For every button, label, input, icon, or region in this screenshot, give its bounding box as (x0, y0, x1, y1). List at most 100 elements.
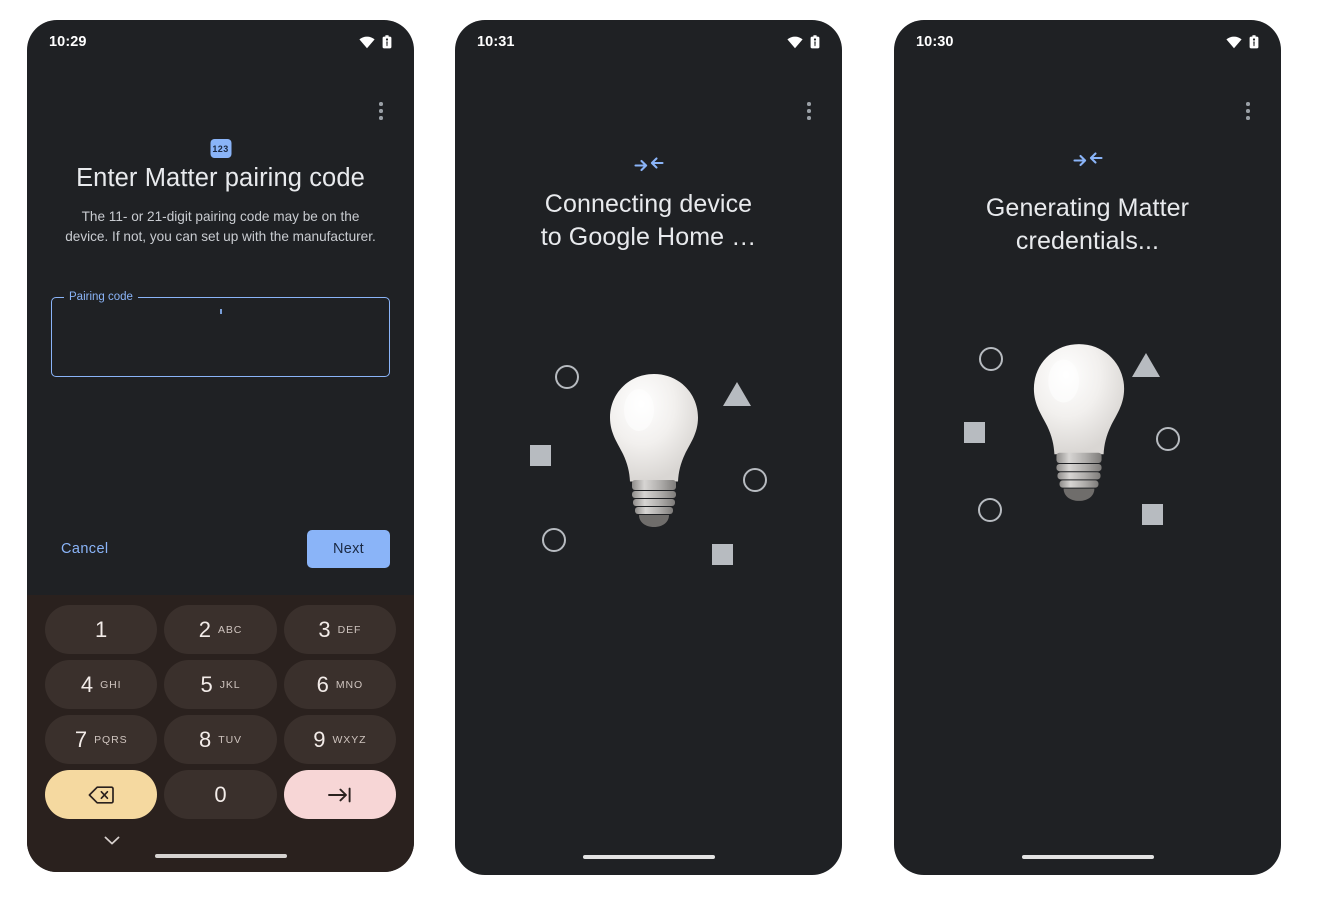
decor-circle-icon (1156, 427, 1180, 451)
wifi-icon (787, 36, 803, 48)
hide-keyboard-button[interactable] (99, 828, 125, 854)
more-vert-icon (1246, 102, 1250, 107)
decor-triangle-icon (1132, 353, 1160, 377)
decor-circle-icon (743, 468, 767, 492)
key-digit: 9 (313, 726, 326, 752)
home-indicator[interactable] (154, 854, 287, 858)
phone-screen-connecting: 10:31 Connecting device to Google Home … (455, 20, 842, 875)
action-buttons: Cancel Next (51, 529, 390, 569)
home-indicator[interactable] (582, 855, 715, 859)
status-bar: 10:29 (27, 20, 414, 64)
status-icons (359, 35, 392, 49)
more-vert-icon (807, 102, 811, 107)
status-icons (787, 35, 820, 49)
lightbulb-image (610, 374, 698, 527)
home-indicator[interactable] (1021, 855, 1154, 859)
tab-next-icon (327, 787, 351, 802)
key-letters: ABC (217, 623, 243, 636)
status-bar: 10:31 (455, 20, 842, 64)
key-letters: JKL (219, 678, 241, 691)
page-description: The 11- or 21-digit pairing code may be … (65, 209, 376, 244)
key-0[interactable]: 0 (164, 770, 277, 819)
battery-icon (1249, 35, 1259, 49)
cancel-button[interactable]: Cancel (51, 533, 119, 565)
phone-screen-pairing-code: 10:29 123 Enter Matter pairing code The … (27, 20, 414, 872)
lightbulb-illustration (455, 320, 842, 620)
pairing-code-body: 123 Enter Matter pairing code The 11- or… (27, 64, 414, 872)
keypad-grid: 1 2 ABC 3 DEF 4 GHI 5 JKL 6 MNO 7 PQRS 8 TUV 9 WXYZ 0 (45, 605, 396, 819)
key-letters: TUV (218, 733, 242, 746)
decor-square-icon (530, 445, 551, 466)
key-digit: 6 (316, 671, 329, 697)
battery-icon (810, 35, 820, 49)
pairing-code-input[interactable]: Pairing code (51, 289, 390, 377)
key-5[interactable]: 5 JKL (164, 660, 277, 709)
connect-arrows-icon (633, 157, 664, 172)
status-clock: 10:31 (477, 34, 515, 50)
status-icons (1226, 35, 1259, 49)
key-digit: 5 (200, 671, 213, 697)
key-digit: 8 (199, 726, 212, 752)
page-title-line1: Generating Matter credentials... (985, 194, 1190, 255)
numeric-keypad: 1 2 ABC 3 DEF 4 GHI 5 JKL 6 MNO 7 PQRS 8 TUV 9 WXYZ 0 (27, 595, 414, 872)
key-letters: MNO (335, 678, 364, 691)
decor-circle-icon (542, 528, 566, 552)
key-9[interactable]: 9 WXYZ (283, 715, 396, 764)
key-letters: DEF (337, 623, 362, 636)
key-2[interactable]: 2 ABC (164, 605, 277, 654)
more-vert-icon (1246, 109, 1250, 113)
key-letters: WXYZ (332, 733, 367, 746)
more-vert-icon (807, 109, 811, 113)
page-title: Enter Matter pairing code (76, 164, 365, 192)
status-clock: 10:30 (916, 34, 954, 50)
key-digit: 7 (74, 726, 88, 752)
wifi-icon (1226, 36, 1242, 48)
lightbulb-illustration (894, 310, 1281, 610)
keypad-bottom-bar (27, 814, 414, 872)
decor-circle-icon (555, 365, 579, 389)
decor-circle-icon (978, 498, 1002, 522)
page-title: Connecting device to Google Home … (475, 188, 822, 254)
input-label: Pairing code (64, 289, 138, 305)
page-title-line2: to Google Home … (540, 223, 757, 251)
chevron-down-icon (104, 836, 120, 845)
overflow-menu-button[interactable] (1231, 94, 1265, 128)
page-title-line1: Connecting device (544, 190, 753, 218)
key-digit: 1 (95, 616, 108, 642)
backspace-icon (88, 785, 115, 804)
decor-square-icon (712, 544, 733, 565)
phone-screen-generating-credentials: 10:30 Generating Matter credentials... (894, 20, 1281, 875)
key-digit: 2 (198, 616, 211, 642)
key-4[interactable]: 4 GHI (45, 660, 158, 709)
decor-square-icon (1142, 504, 1163, 525)
decor-triangle-icon (723, 382, 751, 406)
key-backspace[interactable] (45, 770, 158, 819)
more-vert-icon (807, 115, 811, 120)
page-title: Generating Matter credentials... (914, 192, 1261, 258)
numeric-123-icon: 123 (210, 139, 231, 158)
key-3[interactable]: 3 DEF (283, 605, 396, 654)
key-letters: PQRS (94, 733, 128, 746)
wifi-icon (359, 36, 375, 48)
key-digit: 4 (80, 671, 94, 697)
overflow-menu-button[interactable] (792, 94, 826, 128)
battery-icon (382, 35, 392, 49)
next-button[interactable]: Next (306, 530, 390, 568)
decor-square-icon (964, 422, 985, 443)
key-6[interactable]: 6 MNO (283, 660, 396, 709)
decor-circle-icon (979, 347, 1003, 371)
key-7[interactable]: 7 PQRS (45, 715, 158, 764)
status-bar: 10:30 (894, 20, 1281, 64)
lightbulb-image (1033, 344, 1125, 501)
text-caret (219, 309, 222, 314)
key-8[interactable]: 8 TUV (164, 715, 277, 764)
key-digit: 3 (318, 616, 331, 642)
key-1[interactable]: 1 (45, 605, 158, 654)
connect-arrows-icon (1072, 152, 1103, 167)
key-letters: GHI (100, 678, 122, 691)
status-clock: 10:29 (49, 34, 87, 50)
key-digit: 0 (214, 781, 227, 807)
screenshot-stage: 10:29 123 Enter Matter pairing code The … (0, 0, 1320, 904)
key-enter[interactable] (283, 770, 396, 819)
more-vert-icon (1246, 115, 1250, 120)
